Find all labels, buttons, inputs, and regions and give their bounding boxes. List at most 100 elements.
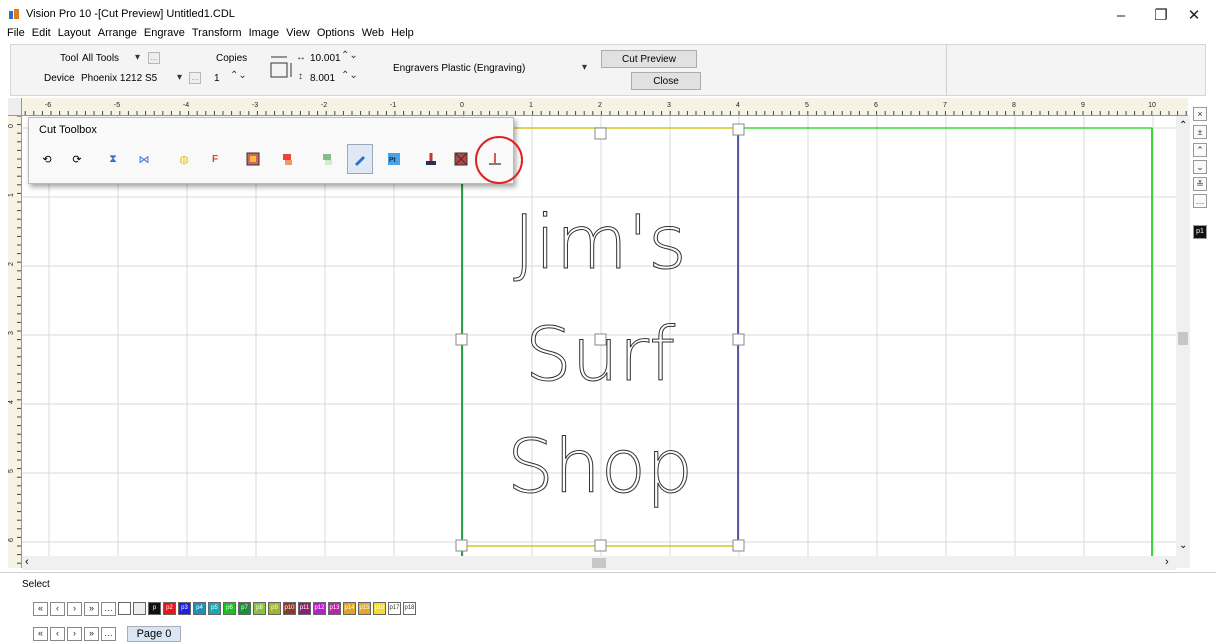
height-field[interactable]: 8.001 [310,73,335,84]
device-browse-button[interactable]: ... [189,72,201,84]
color-swatch[interactable]: p14 [343,602,356,615]
menu-options[interactable]: Options [317,24,360,44]
selection-handle [594,127,607,140]
menu-transform[interactable]: Transform [192,24,247,44]
menu-edit[interactable]: Edit [32,24,56,44]
scroll-right-icon[interactable]: › [1165,556,1169,568]
page-p1-icon[interactable]: p1 [1193,225,1207,239]
color-swatch[interactable]: p5 [208,602,221,615]
tool-dropdown-icon[interactable]: ▾ [135,52,140,63]
paint-icon[interactable] [347,144,373,174]
ruler-corner[interactable] [8,98,22,116]
color-swatch[interactable]: p3 [178,602,191,615]
material-select[interactable]: Engravers Plastic (Engraving) [393,63,525,74]
depth-tool-icon[interactable] [487,151,503,167]
menu-layout[interactable]: Layout [58,24,96,44]
color-swatch[interactable]: p [148,602,161,615]
menu-engrave[interactable]: Engrave [144,24,190,44]
page-nav-last[interactable]: » [84,627,99,641]
color-swatch[interactable]: p16 [373,602,386,615]
paint-bucket-icon[interactable] [423,151,439,167]
color-swatch[interactable]: p11 [298,602,311,615]
rotate-ccw-icon[interactable]: ⟲ [39,151,55,167]
menu-image[interactable]: Image [249,24,285,44]
mirror-vertical-icon[interactable]: ⧗ [105,151,121,167]
more-view-button[interactable]: … [1193,194,1207,208]
minimize-button[interactable]: – [1099,4,1143,26]
color-swatch[interactable]: p8 [253,602,266,615]
page-nav-more[interactable]: … [101,627,116,641]
color-nav-prev[interactable]: ‹ [50,602,65,616]
vertical-scrollbar[interactable]: ⌃ ⌄ [1176,116,1190,568]
zoom-up-button[interactable]: ⌃ [1193,143,1207,157]
mirror-horizontal-icon[interactable]: ⋈ [136,151,152,167]
color-swatch[interactable]: p2 [163,602,176,615]
color-swatch[interactable] [118,602,131,615]
page-nav-first[interactable]: « [33,627,48,641]
color-swatch[interactable]: p9 [268,602,281,615]
paint-text-icon[interactable]: Pt [386,151,402,167]
tool-select[interactable]: All Tools [82,53,119,64]
zoom-fit-button[interactable]: ≚ [1193,177,1207,191]
horizontal-scroll-thumb[interactable] [592,558,606,568]
color-fill-light-icon[interactable] [319,151,335,167]
ruler-label: 2 [598,102,602,109]
scroll-down-icon[interactable]: ⌄ [1179,540,1187,551]
color-swatch[interactable]: p15 [358,602,371,615]
menu-help[interactable]: Help [391,24,419,44]
zoom-all-button[interactable]: ± [1193,125,1207,139]
device-label: Device [44,73,75,84]
color-nav-next[interactable]: › [67,602,82,616]
page-tab[interactable]: Page 0 [127,626,181,642]
cancel-image-icon[interactable] [453,151,469,167]
bulb-icon[interactable]: ◍ [176,151,192,167]
image-icon[interactable] [245,151,261,167]
color-swatch[interactable]: p6 [223,602,236,615]
close-view-button[interactable]: × [1193,107,1207,121]
rotate-cw-icon[interactable]: ⟳ [69,151,85,167]
engrave-text-line-1: Jim's [513,200,686,286]
cut-preview-button[interactable]: Cut Preview [601,50,697,68]
color-swatch[interactable]: p7 [238,602,251,615]
engrave-text-line-2: Surf [525,312,675,398]
color-nav-more[interactable]: … [101,602,116,616]
device-dropdown-icon[interactable]: ▾ [177,72,182,83]
width-spinner-icon[interactable]: ⌃⌄ [341,50,358,61]
copies-spinner-icon[interactable]: ⌃⌄ [230,70,247,81]
height-spinner-icon[interactable]: ⌃⌄ [341,70,358,81]
color-swatch[interactable]: p13 [328,602,341,615]
vertical-scroll-thumb[interactable] [1178,332,1188,345]
menu-view[interactable]: View [286,24,315,44]
menu-file[interactable]: File [7,24,30,44]
width-field[interactable]: 10.001 [310,53,341,64]
selection-handle [732,539,745,552]
font-icon[interactable]: F [207,151,223,167]
zoom-down-button[interactable]: ⌄ [1193,160,1207,174]
scroll-up-icon[interactable]: ⌃ [1179,120,1187,131]
color-swatch[interactable]: p17 [388,602,401,615]
horizontal-scrollbar[interactable]: ‹ › [22,556,1176,570]
color-swatch[interactable]: p4 [193,602,206,615]
color-swatch[interactable] [133,602,146,615]
material-dropdown-icon[interactable]: ▾ [582,62,587,73]
material-size-icon [270,56,292,78]
cut-preview-toolbar: Tool All Tools ▾ ... Device Phoenix 1212… [10,44,1206,96]
ruler-label: 1 [529,102,533,109]
scroll-left-icon[interactable]: ‹ [25,556,29,568]
color-swatch[interactable]: p12 [313,602,326,615]
menu-web[interactable]: Web [362,24,389,44]
page-nav-prev[interactable]: ‹ [50,627,65,641]
color-nav-first[interactable]: « [33,602,48,616]
copies-field[interactable]: 1 [214,73,220,84]
status-divider [0,572,1216,573]
device-select[interactable]: Phoenix 1212 S5 [81,73,157,84]
color-swatch[interactable]: p18 [403,602,416,615]
close-preview-button[interactable]: Close [631,72,701,90]
menu-arrange[interactable]: Arrange [98,24,142,44]
color-fill-icon[interactable] [279,151,295,167]
page-nav-next[interactable]: › [67,627,82,641]
color-swatch[interactable]: p10 [283,602,296,615]
color-nav-last[interactable]: » [84,602,99,616]
tool-browse-button[interactable]: ... [148,52,160,64]
close-button[interactable]: ✕ [1172,4,1216,26]
